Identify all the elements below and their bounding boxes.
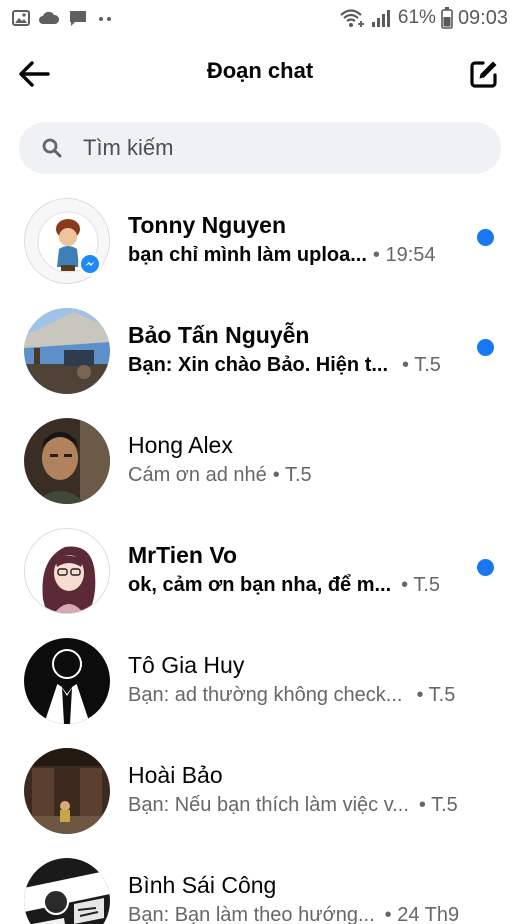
compose-icon bbox=[470, 61, 497, 88]
status-bar: 61% 09:03 bbox=[0, 0, 520, 36]
conversation-name: MrTien Vo bbox=[128, 542, 238, 568]
unread-indicator bbox=[477, 229, 494, 246]
battery-percent: 61% bbox=[397, 7, 436, 28]
conversation-preview: Bạn: Xin chào Bảo. Hiện t... • T.5 bbox=[128, 354, 441, 377]
battery-icon bbox=[441, 7, 453, 29]
conversation-preview: Bạn: ad thường không check... • T.5 bbox=[128, 684, 455, 707]
last-message: Bạn: Bạn làm theo hướng... bbox=[128, 904, 375, 924]
conversation-item[interactable]: Hoài Bảo Bạn: Nếu bạn thích làm việc v..… bbox=[0, 736, 520, 846]
conversation-name: Bình Sái Công bbox=[128, 872, 277, 898]
conversation-preview: bạn chỉ mình làm uploa... • 19:54 bbox=[128, 244, 436, 267]
search-icon bbox=[42, 138, 62, 158]
page-title: Đoạn chat bbox=[206, 58, 314, 83]
conversation-preview: Bạn: Bạn làm theo hướng... • 24 Th9 bbox=[128, 904, 459, 924]
avatar bbox=[24, 858, 110, 924]
avatar bbox=[24, 308, 110, 394]
last-message: Cám ơn ad nhé bbox=[128, 464, 267, 486]
header: Đoạn chat bbox=[0, 44, 520, 104]
conversation-preview: ok, cảm ơn bạn nha, để m... • T.5 bbox=[128, 574, 440, 597]
signal-icon bbox=[371, 10, 390, 27]
last-message: Bạn: Xin chào Bảo. Hiện t... bbox=[128, 354, 389, 376]
status-left-icons bbox=[12, 9, 114, 27]
conversation-preview: Bạn: Nếu bạn thích làm việc v... • T.5 bbox=[128, 794, 458, 817]
wifi-plus-icon bbox=[340, 9, 364, 27]
conversation-item[interactable]: Tonny Nguyen bạn chỉ mình làm uploa... •… bbox=[0, 186, 520, 296]
message-time: • T.5 bbox=[402, 354, 441, 376]
unread-indicator bbox=[477, 559, 494, 576]
message-time: • 19:54 bbox=[372, 244, 436, 266]
conversation-item[interactable]: MrTien Vo ok, cảm ơn bạn nha, để m... • … bbox=[0, 516, 520, 626]
status-time: 09:03 bbox=[457, 6, 508, 29]
status-right: 61% 09:03 bbox=[340, 7, 508, 30]
conversation-list: Tonny Nguyen bạn chỉ mình làm uploa... •… bbox=[0, 186, 520, 924]
last-message: Bạn: Nếu bạn thích làm việc v... bbox=[128, 794, 409, 816]
conversation-name: Hong Alex bbox=[128, 432, 233, 458]
image-notification-icon bbox=[12, 10, 30, 26]
messenger-badge-icon bbox=[78, 252, 102, 276]
conversation-item[interactable]: Bảo Tấn Nguyễn Bạn: Xin chào Bảo. Hiện t… bbox=[0, 296, 520, 406]
conversation-name: Bảo Tấn Nguyễn bbox=[128, 322, 310, 348]
last-message: ok, cảm ơn bạn nha, để m... bbox=[128, 574, 392, 596]
conversation-item[interactable]: Tô Gia Huy Bạn: ad thường không check...… bbox=[0, 626, 520, 736]
search-input[interactable] bbox=[83, 135, 463, 161]
message-time: • T.5 bbox=[401, 574, 441, 596]
message-time: • T.5 bbox=[272, 464, 312, 486]
avatar bbox=[24, 528, 110, 614]
message-time: • T.5 bbox=[416, 684, 456, 706]
cloud-icon bbox=[39, 11, 60, 24]
last-message: Bạn: ad thường không check... bbox=[128, 684, 403, 706]
conversation-item[interactable]: Bình Sái Công Bạn: Bạn làm theo hướng...… bbox=[0, 846, 520, 924]
conversation-name: Tô Gia Huy bbox=[128, 652, 245, 678]
avatar bbox=[24, 748, 110, 834]
search-bar[interactable] bbox=[19, 122, 501, 174]
avatar bbox=[24, 418, 110, 504]
conversation-item[interactable]: Hong Alex Cám ơn ad nhé • T.5 bbox=[0, 406, 520, 516]
conversation-name: Tonny Nguyen bbox=[128, 212, 287, 238]
more-dots-icon bbox=[99, 17, 111, 21]
last-message: bạn chỉ mình làm uploa... bbox=[128, 244, 367, 266]
message-time: • T.5 bbox=[418, 794, 458, 816]
conversation-name: Hoài Bảo bbox=[128, 762, 223, 788]
compose-button[interactable] bbox=[462, 52, 506, 96]
message-time: • 24 Th9 bbox=[384, 904, 460, 924]
message-notification-icon bbox=[70, 11, 86, 26]
conversation-preview: Cám ơn ad nhé • T.5 bbox=[128, 464, 312, 487]
unread-indicator bbox=[477, 339, 494, 356]
avatar bbox=[24, 638, 110, 724]
